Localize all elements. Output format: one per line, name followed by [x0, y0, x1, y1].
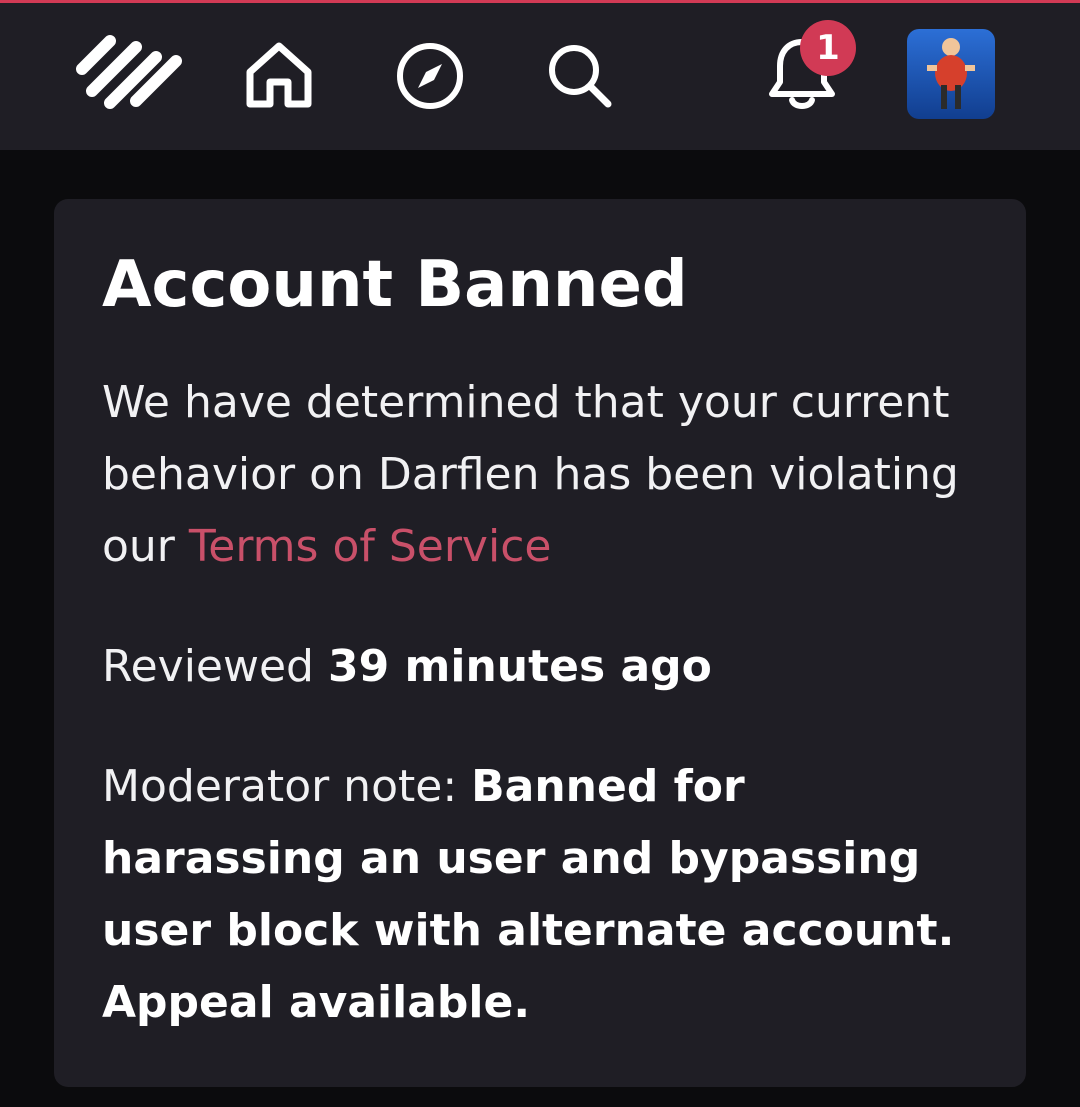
avatar[interactable] — [907, 29, 995, 119]
reviewed-time: 39 minutes ago — [327, 641, 712, 692]
search-icon[interactable] — [542, 38, 618, 114]
ban-message: We have determined that your current beh… — [102, 367, 1002, 583]
reviewed-line: Reviewed 39 minutes ago — [102, 631, 1002, 703]
reviewed-label: Reviewed — [102, 641, 328, 692]
logo-icon[interactable] — [74, 33, 184, 115]
moderator-note: Moderator note: Banned for harassing an … — [102, 751, 1002, 1039]
moderator-note-label: Moderator note: — [102, 761, 472, 812]
notification-badge[interactable]: 1 — [800, 20, 856, 76]
home-icon[interactable] — [240, 38, 318, 114]
terms-of-service-link[interactable]: Terms of Service — [189, 521, 552, 572]
compass-icon[interactable] — [392, 38, 468, 114]
ban-title: Account Banned — [102, 248, 688, 322]
